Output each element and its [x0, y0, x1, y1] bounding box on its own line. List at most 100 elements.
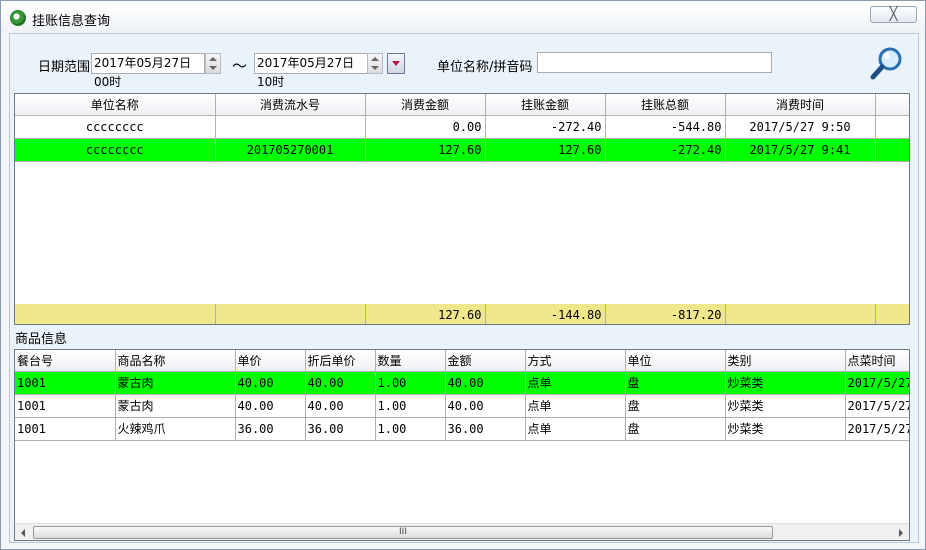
goods-row[interactable]: 1001 蒙古肉 40.00 40.00 1.00 40.00 点单盘炒菜类 2017/5/2… — [15, 371, 909, 395]
goods-cell-cat: 炒菜类 — [725, 371, 846, 395]
col-header[interactable]: 点菜时间 — [845, 350, 909, 372]
credit-cell-time: 2017/5/27 9:50 — [725, 115, 876, 139]
goods-cell-amount: 40.00 — [445, 394, 526, 418]
search-icon[interactable] — [869, 45, 905, 81]
goods-cell-unit: 盘 — [625, 394, 726, 418]
credit-totals-table: 127.60 -144.80 -817.20 — [15, 304, 909, 324]
credit-table: 单位名称 消费流水号 消费金额 挂账金额 挂账总额 消费时间 cccccccc 0… — [15, 94, 909, 162]
goods-cell-price: 40.00 — [235, 371, 306, 395]
date-from-spinner[interactable] — [205, 53, 221, 74]
credit-cell-credit: 127.60 — [485, 138, 606, 162]
chevron-down-icon — [392, 61, 400, 66]
goods-row[interactable]: 1001 蒙古肉 40.00 40.00 1.00 40.00 点单盘炒菜类 2017/5/2… — [15, 394, 909, 418]
query-window: 挂账信息查询 ╳ 日期范围 2017年05月27日00时 ～ 2017年05月2… — [0, 0, 926, 550]
credit-cell-serial — [215, 115, 366, 139]
goods-table: 餐台号 商品名称 单价 折后单价 数量 金额 方式 单位 类别 点菜时间 100… — [15, 350, 909, 441]
credit-cell-total: -544.80 — [605, 115, 726, 139]
goods-cell-name: 火辣鸡爪 — [115, 417, 236, 441]
col-header[interactable]: 方式 — [525, 350, 626, 372]
col-header[interactable]: 单价 — [235, 350, 306, 372]
totals-row: 127.60 -144.80 -817.20 — [15, 304, 909, 324]
goods-cell-name: 蒙古肉 — [115, 394, 236, 418]
goods-cell-time: 2017/5/27 9 — [845, 394, 909, 418]
col-header[interactable]: 消费时间 — [725, 94, 876, 116]
goods-cell-amount: 40.00 — [445, 371, 526, 395]
col-header-filler — [875, 94, 909, 116]
col-header[interactable]: 商品名称 — [115, 350, 236, 372]
goods-cell-qty: 1.00 — [375, 371, 446, 395]
goods-cell-price: 36.00 — [235, 417, 306, 441]
goods-cell-name: 蒙古肉 — [115, 371, 236, 395]
credit-cell-serial: 201705270001 — [215, 138, 366, 162]
scroll-left-icon[interactable] — [21, 529, 25, 537]
totals-cell — [215, 304, 366, 324]
goods-cell-disc: 40.00 — [305, 394, 376, 418]
totals-cell — [15, 304, 216, 324]
credit-cell-consume: 127.60 — [365, 138, 486, 162]
date-range-label: 日期范围 — [38, 60, 91, 75]
col-header[interactable]: 折后单价 — [305, 350, 376, 372]
goods-cell-table: 1001 — [15, 417, 116, 441]
col-header[interactable]: 单位名称 — [15, 94, 216, 116]
credit-header-row: 单位名称 消费流水号 消费金额 挂账金额 挂账总额 消费时间 — [15, 94, 909, 116]
date-to-spinner[interactable] — [367, 53, 383, 74]
goods-cell-table: 1001 — [15, 371, 116, 395]
unit-search-input[interactable] — [537, 52, 772, 73]
goods-cell-time: 2017/5/27 9 — [845, 371, 909, 395]
goods-header-row: 餐台号 商品名称 单价 折后单价 数量 金额 方式 单位 类别 点菜时间 — [15, 350, 909, 372]
date-to-input[interactable]: 2017年05月27日10时 — [254, 53, 368, 89]
goods-cell-amount: 36.00 — [445, 417, 526, 441]
goods-cell-cat: 炒菜类 — [725, 417, 846, 441]
credit-grid: 单位名称 消费流水号 消费金额 挂账金额 挂账总额 消费时间 cccccccc 0… — [14, 93, 910, 325]
credit-row[interactable]: cccccccc 201705270001 127.60 127.60 -272.40 2… — [15, 138, 909, 162]
col-header[interactable]: 类别 — [725, 350, 846, 372]
goods-cell-unit: 盘 — [625, 417, 726, 441]
scroll-right-icon[interactable] — [899, 529, 903, 537]
date-dropdown-button[interactable] — [387, 53, 405, 74]
horizontal-scrollbar[interactable]: III — [15, 523, 909, 540]
credit-cell-filler — [875, 138, 909, 162]
goods-cell-mode: 点单 — [525, 371, 626, 395]
col-header[interactable]: 挂账总额 — [605, 94, 726, 116]
col-header[interactable]: 消费金额 — [365, 94, 486, 116]
unit-search-label: 单位名称/拼音码 — [437, 60, 533, 75]
goods-cell-mode: 点单 — [525, 394, 626, 418]
app-logo-icon — [10, 10, 26, 26]
col-header[interactable]: 餐台号 — [15, 350, 116, 372]
goods-cell-time: 2017/5/27 9 — [845, 417, 909, 441]
goods-cell-unit: 盘 — [625, 371, 726, 395]
goods-cell-qty: 1.00 — [375, 394, 446, 418]
goods-cell-disc: 40.00 — [305, 371, 376, 395]
col-header[interactable]: 单位 — [625, 350, 726, 372]
goods-cell-price: 40.00 — [235, 394, 306, 418]
goods-row[interactable]: 1001 火辣鸡爪 36.00 36.00 1.00 36.00 点单盘炒菜类 2017/5/… — [15, 417, 909, 441]
credit-cell-time: 2017/5/27 9:41 — [725, 138, 876, 162]
scroll-thumb[interactable]: III — [33, 526, 773, 539]
close-button[interactable]: ╳ — [870, 6, 917, 23]
range-separator: ～ — [232, 57, 248, 75]
goods-cell-qty: 1.00 — [375, 417, 446, 441]
credit-cell-total: -272.40 — [605, 138, 726, 162]
credit-row[interactable]: cccccccc 0.00 -272.40 -544.80 2017/5/27 9:50 — [15, 115, 909, 139]
date-from-input[interactable]: 2017年05月27日00时 — [91, 53, 205, 89]
goods-cell-mode: 点单 — [525, 417, 626, 441]
col-header[interactable]: 挂账金额 — [485, 94, 606, 116]
totals-total: -817.20 — [605, 304, 726, 324]
window-title: 挂账信息查询 — [32, 14, 111, 29]
totals-cell — [725, 304, 876, 324]
col-header[interactable]: 金额 — [445, 350, 526, 372]
goods-cell-table: 1001 — [15, 394, 116, 418]
title-bar: 挂账信息查询 ╳ — [1, 1, 925, 33]
totals-cell — [875, 304, 909, 324]
totals-credit: -144.80 — [485, 304, 606, 324]
credit-cell-filler — [875, 115, 909, 139]
totals-consume: 127.60 — [365, 304, 486, 324]
goods-cell-cat: 炒菜类 — [725, 394, 846, 418]
col-header[interactable]: 数量 — [375, 350, 446, 372]
client-area: 日期范围 2017年05月27日00时 ～ 2017年05月27日10时 单位名… — [9, 33, 919, 543]
col-header[interactable]: 消费流水号 — [215, 94, 366, 116]
goods-cell-disc: 36.00 — [305, 417, 376, 441]
credit-cell-unit: cccccccc — [15, 115, 216, 139]
credit-cell-unit: cccccccc — [15, 138, 216, 162]
goods-section-label: 商品信息 — [15, 332, 68, 347]
